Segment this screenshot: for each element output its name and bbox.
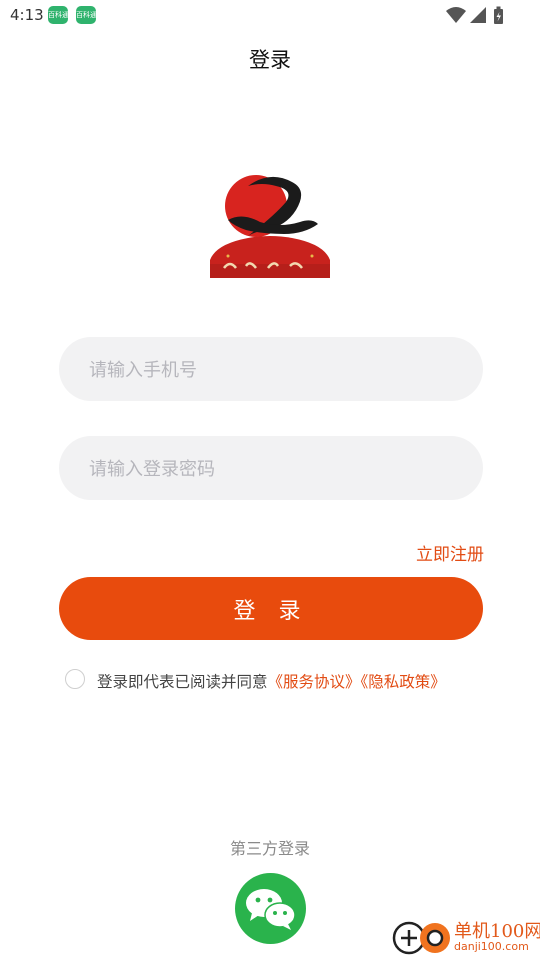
- watermark: 单机100网 danji100.com: [392, 916, 540, 960]
- password-input[interactable]: [87, 436, 459, 502]
- wifi-icon: [446, 7, 466, 23]
- signal-icon: [470, 7, 486, 23]
- wechat-login-button[interactable]: [235, 873, 306, 944]
- status-bar: 4:13 百科通 百科通: [0, 0, 540, 30]
- phone-input[interactable]: [87, 337, 459, 403]
- phone-input-container: [59, 337, 483, 403]
- login-button[interactable]: 登 录: [59, 577, 483, 640]
- notification-app-icon: 百科通: [48, 6, 68, 24]
- agreement-checkbox[interactable]: [65, 669, 85, 689]
- status-time: 4:13: [10, 6, 44, 24]
- page-title: 登录: [249, 48, 291, 72]
- service-agreement-link[interactable]: 《服务协议》: [268, 673, 361, 691]
- agreement-row: 登录即代表已阅读并同意《服务协议》《隐私政策》: [65, 668, 485, 692]
- register-link[interactable]: 立即注册: [416, 540, 484, 565]
- app-logo-icon: [208, 160, 334, 282]
- agreement-prefix: 登录即代表已阅读并同意: [97, 673, 268, 691]
- watermark-logo-icon: [392, 921, 450, 955]
- status-indicators: [446, 5, 510, 25]
- battery-icon: [494, 6, 503, 24]
- third-party-login-label: 第三方登录: [229, 839, 310, 858]
- watermark-subtitle: danji100.com: [454, 940, 529, 953]
- password-input-container: [59, 436, 483, 502]
- wechat-icon: [246, 889, 296, 930]
- privacy-policy-link[interactable]: 《隐私政策》: [361, 673, 446, 691]
- notification-app-icon: 百科通: [76, 6, 96, 24]
- agreement-text: 登录即代表已阅读并同意《服务协议》《隐私政策》: [97, 670, 446, 692]
